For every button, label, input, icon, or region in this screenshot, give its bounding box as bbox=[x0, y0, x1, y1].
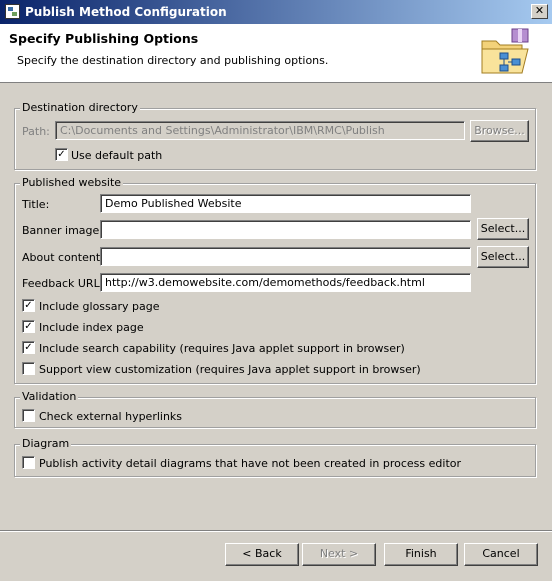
path-label: Path: bbox=[22, 125, 50, 138]
title-bar: Publish Method Configuration ✕ bbox=[0, 0, 552, 24]
app-icon bbox=[5, 4, 20, 19]
glossary-label: Include glossary page bbox=[39, 300, 160, 313]
index-page-label: Include index page bbox=[39, 321, 144, 334]
index-page-checkbox[interactable]: ✓ bbox=[22, 320, 35, 333]
cancel-button[interactable]: Cancel bbox=[464, 543, 538, 566]
use-default-path-label: Use default path bbox=[71, 149, 163, 162]
window-title: Publish Method Configuration bbox=[25, 5, 227, 19]
use-default-path-checkbox[interactable]: ✓ bbox=[55, 148, 68, 161]
banner-image-input[interactable] bbox=[100, 220, 471, 239]
wizard-header: Specify Publishing Options Specify the d… bbox=[0, 24, 552, 83]
about-select-button[interactable]: Select... bbox=[477, 246, 529, 268]
validation-group-label: Validation bbox=[20, 390, 79, 403]
check-links-checkbox[interactable] bbox=[22, 409, 35, 422]
diagram-group-label: Diagram bbox=[20, 437, 72, 450]
folder-publish-icon bbox=[481, 28, 529, 74]
about-content-input[interactable] bbox=[100, 247, 471, 266]
banner-image-label: Banner image: bbox=[22, 224, 103, 237]
feedback-url-label: Feedback URL: bbox=[22, 277, 104, 290]
next-button[interactable]: Next > bbox=[302, 543, 376, 566]
view-customization-label: Support view customization (requires Jav… bbox=[39, 363, 421, 376]
search-capability-label: Include search capability (requires Java… bbox=[39, 342, 405, 355]
destination-group-label: Destination directory bbox=[20, 101, 140, 114]
feedback-url-input[interactable]: http://w3.demowebsite.com/demomethods/fe… bbox=[100, 273, 471, 292]
title-input[interactable]: Demo Published Website bbox=[100, 194, 471, 213]
check-links-label: Check external hyperlinks bbox=[39, 410, 183, 423]
banner-select-button[interactable]: Select... bbox=[477, 218, 529, 240]
page-description: Specify the destination directory and pu… bbox=[17, 54, 329, 67]
close-button[interactable]: ✕ bbox=[531, 4, 548, 19]
publish-diagrams-checkbox[interactable] bbox=[22, 456, 35, 469]
browse-button[interactable]: Browse... bbox=[470, 120, 529, 142]
finish-button[interactable]: Finish bbox=[384, 543, 458, 566]
glossary-checkbox[interactable]: ✓ bbox=[22, 299, 35, 312]
back-button[interactable]: < Back bbox=[225, 543, 299, 566]
path-input[interactable]: C:\Documents and Settings\Administrator\… bbox=[55, 121, 465, 140]
website-group-label: Published website bbox=[20, 176, 124, 189]
page-title: Specify Publishing Options bbox=[9, 31, 199, 46]
about-content-label: About content: bbox=[22, 251, 104, 264]
button-bar-separator bbox=[0, 530, 552, 532]
publish-diagrams-label: Publish activity detail diagrams that ha… bbox=[39, 457, 462, 470]
search-capability-checkbox[interactable]: ✓ bbox=[22, 341, 35, 354]
title-label: Title: bbox=[22, 198, 50, 211]
view-customization-checkbox[interactable] bbox=[22, 362, 35, 375]
